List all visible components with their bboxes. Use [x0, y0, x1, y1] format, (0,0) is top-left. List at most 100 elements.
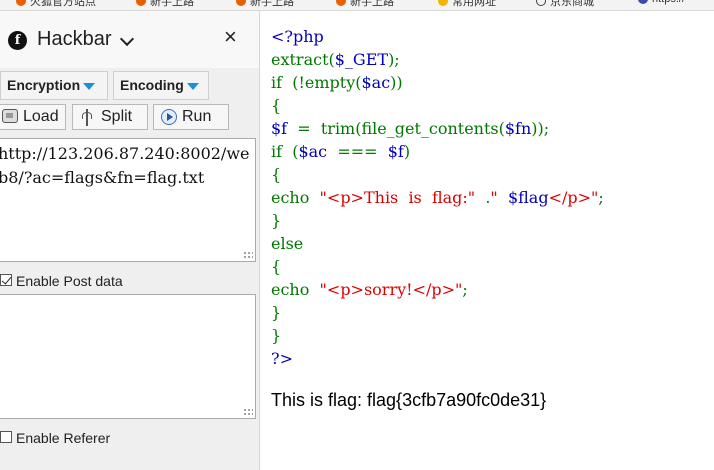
run-icon — [161, 109, 177, 125]
code-token: <?php — [271, 27, 324, 46]
run-button[interactable]: Run — [153, 104, 229, 130]
close-icon[interactable]: × — [224, 25, 237, 49]
code-token: ) — [403, 142, 411, 161]
hackbar-panel: f Hackbar × Encryption Encoding Load Spl… — [0, 11, 260, 470]
code-line: } — [271, 209, 604, 232]
code-line: extract($_GET); — [271, 48, 604, 71]
code-token: $ac — [298, 142, 338, 161]
code-line: else — [271, 232, 604, 255]
code-token: else — [271, 234, 304, 253]
code-line: } — [271, 324, 604, 347]
code-token: } — [271, 211, 282, 230]
enable-referer-checkbox[interactable] — [0, 431, 12, 443]
encryption-dropdown[interactable]: Encryption — [0, 71, 108, 100]
bookmark-item[interactable]: 新手上路 — [236, 0, 294, 9]
code-token: = trim(file_get_contents( — [297, 119, 505, 138]
code-token: extract( — [271, 50, 335, 69]
php-source-code: <?php extract($_GET); if (!empty($ac)){$f … — [271, 25, 604, 370]
code-line: { — [271, 255, 604, 278]
code-line: <?php — [271, 25, 604, 48]
split-button[interactable]: Split — [72, 104, 148, 130]
code-token: ?> — [271, 349, 293, 368]
code-token: </p>" — [548, 188, 599, 207]
code-token: { — [271, 257, 282, 276]
code-token: if (!empty( — [271, 73, 362, 92]
code-line: { — [271, 163, 604, 186]
code-line: $f = trim(file_get_contents($fn)); — [271, 117, 604, 140]
encryption-label: Encryption — [7, 77, 81, 93]
bookmark-item[interactable]: 新手上路 — [336, 0, 394, 9]
code-token: $f — [387, 142, 404, 161]
code-line: } — [271, 301, 604, 324]
run-label: Run — [182, 108, 212, 125]
code-token: " — [490, 188, 508, 207]
firefox-icon — [236, 0, 246, 6]
code-line: if (!empty($ac)) — [271, 71, 604, 94]
resize-grip-icon[interactable] — [243, 249, 253, 259]
folder-icon — [438, 0, 448, 6]
bookmark-item[interactable]: 火狐官方站点 — [16, 0, 96, 9]
bookmark-label: https:// — [652, 0, 685, 5]
resize-grip-icon[interactable] — [243, 406, 253, 416]
code-token: } — [271, 326, 282, 345]
flag-output-text: This is flag: flag{3cfb7a90fc0de31} — [271, 390, 547, 410]
dropdown-arrow-icon — [83, 82, 96, 90]
bookmark-label: 常用网址 — [452, 0, 496, 8]
code-token: ; — [598, 188, 604, 207]
hackbar-title[interactable]: Hackbar — [37, 28, 111, 51]
chevron-down-icon[interactable] — [119, 31, 135, 47]
bookmark-label: 新手上路 — [150, 0, 194, 8]
load-label: Load — [23, 108, 59, 125]
bookmark-item[interactable]: 新手上路 — [136, 0, 194, 9]
code-token: $_GET — [334, 50, 389, 69]
globe-icon — [536, 0, 546, 6]
code-token: )); — [531, 119, 550, 138]
enable-post-label: Enable Post data — [16, 273, 123, 289]
code-token: { — [271, 96, 282, 115]
encoding-label: Encoding — [120, 77, 184, 93]
code-token: $ac — [361, 73, 391, 92]
code-line: { — [271, 94, 604, 117]
enable-referer-label: Enable Referer — [16, 430, 111, 446]
load-icon — [2, 109, 18, 123]
bookmark-label: 新手上路 — [250, 0, 294, 8]
firefox-icon — [16, 0, 26, 6]
bookmarks-bar: 火狐官方站点 新手上路 新手上路 新手上路 常用网址 京东商城 https:// — [0, 0, 714, 11]
code-token: echo — [271, 280, 320, 299]
code-line: echo "<p>sorry!</p>"; — [271, 278, 604, 301]
site-icon — [638, 0, 648, 4]
code-token: ); — [388, 50, 400, 69]
bookmark-item[interactable]: 京东商城 — [536, 0, 594, 9]
post-data-textarea[interactable] — [0, 294, 256, 419]
bookmark-label: 火狐官方站点 — [30, 0, 96, 8]
firefox-icon — [336, 0, 346, 6]
encoding-dropdown[interactable]: Encoding — [113, 71, 209, 100]
code-line: if ($ac === $f) — [271, 140, 604, 163]
code-token: $flag — [507, 188, 549, 207]
code-line: echo "<p>This is flag:" ." $flag</p>"; — [271, 186, 604, 209]
code-token: if ( — [271, 142, 299, 161]
dropdown-arrow-icon — [186, 82, 199, 90]
load-button[interactable]: Load — [0, 104, 66, 130]
code-token: ; — [462, 280, 468, 299]
code-token: } — [271, 303, 282, 322]
code-token: "<p>sorry!</p>" — [319, 280, 463, 299]
firefox-icon — [136, 0, 146, 6]
code-token: echo — [271, 188, 320, 207]
hackbar-logo-icon: f — [8, 31, 27, 50]
code-token: $f — [271, 119, 298, 138]
bookmark-item[interactable]: https:// — [638, 0, 685, 5]
url-textarea[interactable]: http://123.206.87.240:8002/web8/?ac=flag… — [0, 138, 256, 262]
enable-post-checkbox[interactable] — [0, 274, 12, 286]
bookmark-label: 新手上路 — [350, 0, 394, 8]
url-text: http://123.206.87.240:8002/web8/?ac=flag… — [0, 144, 250, 187]
bookmark-item[interactable]: 常用网址 — [438, 0, 496, 9]
split-icon — [81, 109, 93, 126]
hackbar-header: f Hackbar × — [0, 11, 259, 68]
bookmark-label: 京东商城 — [550, 0, 594, 8]
code-token: { — [271, 165, 282, 184]
code-line: ?> — [271, 347, 604, 370]
code-token: "<p>This is flag:" — [319, 188, 486, 207]
code-token: $fn — [504, 119, 532, 138]
split-label: Split — [101, 108, 133, 125]
